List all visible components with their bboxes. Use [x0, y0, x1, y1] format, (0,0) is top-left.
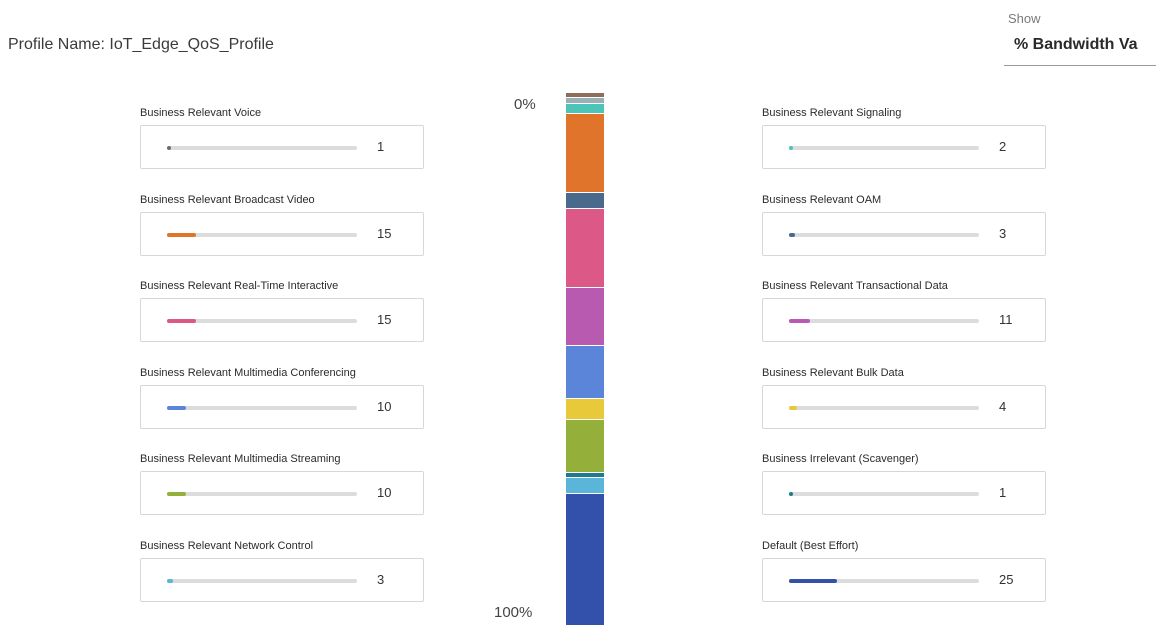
slider-fill: [167, 492, 186, 496]
traffic-class-label: Business Relevant OAM: [762, 193, 882, 206]
traffic-class-label: Business Relevant Bulk Data: [762, 366, 904, 379]
traffic-class-label: Business Relevant Multimedia Conferencin…: [140, 366, 356, 379]
traffic-class-label: Business Relevant Voice: [140, 107, 262, 119]
slider-track[interactable]: [789, 578, 979, 583]
distribution-segment: [566, 399, 604, 421]
slider-fill: [789, 405, 797, 410]
slider-fill: [167, 405, 186, 410]
slider-fill: [167, 319, 196, 323]
bandwidth-value[interactable]: 25: [999, 572, 1029, 587]
slider-box: 15: [140, 211, 424, 256]
slider-box: 11: [762, 298, 1046, 342]
slider-fill: [167, 232, 196, 237]
bandwidth-value[interactable]: 3: [377, 572, 407, 587]
slider-track[interactable]: [789, 405, 979, 410]
qos-profile-view: Profile Name: IoT_Edge_QoS_Profile Show …: [0, 0, 1156, 626]
show-label: Show: [1008, 11, 1041, 26]
traffic-class-label: Business Relevant Transactional Data: [762, 280, 948, 292]
bandwidth-value[interactable]: 3: [999, 226, 1029, 241]
traffic-class-label: Business Relevant Broadcast Video: [140, 193, 315, 206]
slider-box: 10: [140, 471, 424, 515]
bandwidth-distribution-bar: [566, 93, 604, 626]
distribution-segment: [566, 346, 604, 400]
slider-track[interactable]: [167, 405, 357, 410]
traffic-class-slider: Business Relevant Voice 1: [138, 100, 430, 170]
bandwidth-value[interactable]: 10: [377, 399, 407, 414]
traffic-class-slider: Business Relevant Network Control 3: [138, 533, 430, 603]
slider-track[interactable]: [789, 232, 979, 237]
distribution-segment: [566, 193, 604, 210]
distribution-segment: [566, 288, 604, 347]
slider-fill: [789, 319, 810, 323]
slider-track[interactable]: [789, 146, 979, 150]
traffic-class-slider: Business Relevant Signaling 2: [760, 100, 1052, 170]
traffic-class-label: Business Relevant Real-Time Interactive: [140, 280, 339, 292]
slider-track[interactable]: [167, 492, 357, 496]
distribution-segment: [566, 478, 604, 495]
distribution-segment: [566, 209, 604, 289]
traffic-class-slider: Business Relevant Multimedia Streaming 10: [138, 446, 430, 516]
traffic-class-label: Business Relevant Network Control: [140, 539, 314, 552]
slider-box: 4: [762, 384, 1046, 429]
slider-box: 3: [762, 211, 1046, 256]
slider-box: 1: [762, 471, 1046, 515]
distribution-bottom-label: 100%: [494, 604, 533, 621]
slider-fill: [789, 232, 795, 237]
slider-box: 1: [140, 125, 424, 169]
bandwidth-value[interactable]: 10: [377, 485, 407, 500]
slider-track[interactable]: [167, 319, 357, 323]
slider-track[interactable]: [789, 492, 979, 496]
bandwidth-value[interactable]: 2: [999, 139, 1029, 154]
traffic-class-label: Default (Best Effort): [762, 539, 859, 552]
traffic-class-label: Business Relevant Multimedia Streaming: [140, 453, 341, 465]
slider-fill: [167, 146, 171, 150]
bandwidth-value[interactable]: 15: [377, 226, 407, 241]
slider-box: 2: [762, 125, 1046, 169]
slider-track[interactable]: [167, 232, 357, 237]
bandwidth-value[interactable]: 1: [377, 139, 407, 154]
traffic-class-slider: Business Relevant Transactional Data 11: [760, 273, 1052, 343]
traffic-class-slider: Business Relevant Real-Time Interactive 1…: [138, 273, 430, 343]
show-dropdown[interactable]: % Bandwidth Va: [1004, 36, 1156, 66]
traffic-class-slider: Business Relevant OAM 3: [760, 187, 1052, 257]
traffic-class-slider: Default (Best Effort) 25: [760, 533, 1052, 603]
slider-fill: [167, 578, 173, 583]
slider-track[interactable]: [167, 578, 357, 583]
traffic-class-label: Business Relevant Signaling: [762, 107, 902, 119]
profile-name: Profile Name: IoT_Edge_QoS_Profile: [8, 36, 274, 53]
distribution-segment: [566, 114, 604, 194]
slider-fill: [789, 578, 837, 583]
traffic-class-slider: Business Relevant Multimedia Conferencin…: [138, 360, 430, 430]
traffic-class-slider: Business Irrelevant (Scavenger) 1: [760, 446, 1052, 516]
traffic-class-slider: Business Relevant Bulk Data 4: [760, 360, 1052, 430]
bandwidth-value[interactable]: 11: [999, 312, 1029, 327]
slider-fill: [789, 146, 793, 150]
bandwidth-value[interactable]: 15: [377, 312, 407, 327]
distribution-segment: [566, 420, 604, 473]
slider-box: 10: [140, 384, 424, 429]
traffic-class-label: Business Irrelevant (Scavenger): [762, 453, 919, 465]
slider-box: 15: [140, 298, 424, 342]
slider-fill: [789, 492, 793, 496]
slider-box: 25: [762, 557, 1046, 602]
bandwidth-value[interactable]: 1: [999, 485, 1029, 500]
traffic-class-slider: Business Relevant Broadcast Video 15: [138, 187, 430, 257]
distribution-segment: [566, 494, 604, 626]
distribution-segment: [566, 103, 604, 115]
slider-track[interactable]: [167, 146, 357, 150]
bandwidth-value[interactable]: 4: [999, 399, 1029, 414]
slider-track[interactable]: [789, 319, 979, 323]
distribution-top-label: 0%: [514, 96, 536, 113]
slider-box: 3: [140, 557, 424, 602]
